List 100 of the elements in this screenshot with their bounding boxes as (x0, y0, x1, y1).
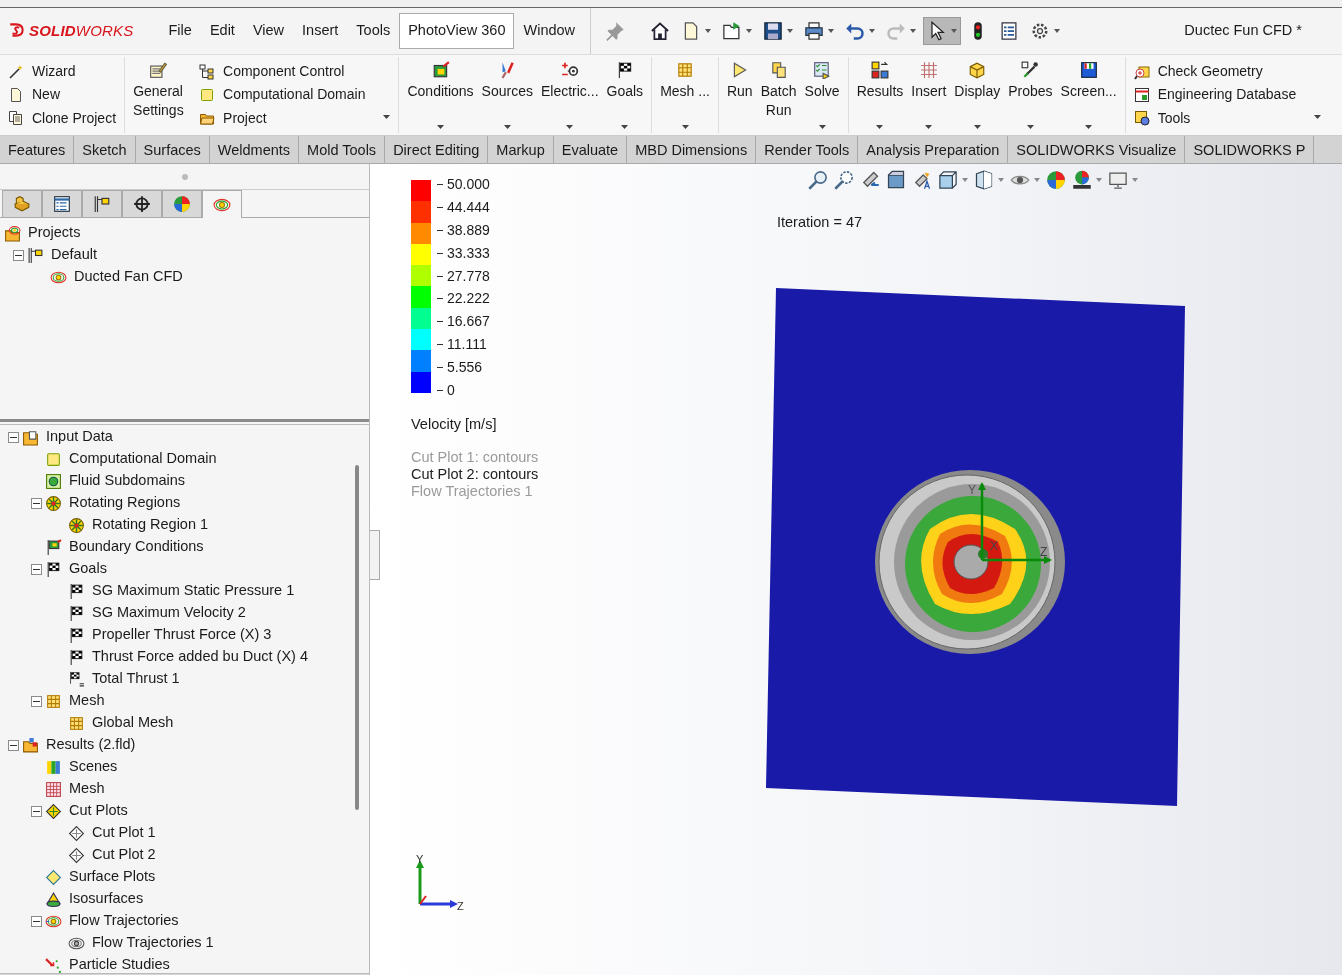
command-tab[interactable]: SOLIDWORKS Visualize (1008, 136, 1186, 163)
view-toolbar-button[interactable] (912, 170, 932, 190)
checklist-icon (813, 61, 832, 79)
tree-item[interactable]: Computational Domain (0, 448, 369, 470)
view-toolbar-button[interactable] (808, 170, 828, 190)
ribbon-button[interactable]: Engineering Database (1133, 83, 1297, 107)
ribbon-button[interactable]: Clone Project (8, 106, 117, 130)
collapse-icon[interactable] (8, 739, 19, 751)
caret-icon (787, 29, 794, 33)
view-toolbar-button[interactable] (1108, 170, 1138, 190)
ribbon-button[interactable]: Goals (602, 59, 648, 131)
tree-item[interactable]: Surface Plots (0, 866, 369, 888)
command-tab[interactable]: Features (0, 136, 75, 163)
tree-item[interactable]: SG Maximum Velocity 2 (0, 602, 369, 624)
command-tab[interactable]: Evaluate (553, 136, 628, 163)
tree-item[interactable]: Default (0, 244, 369, 266)
command-tab[interactable]: Analysis Preparation (858, 136, 1009, 163)
collapse-icon[interactable] (31, 497, 42, 509)
toolbar-button[interactable] (923, 17, 962, 45)
menu-item[interactable]: Insert (293, 13, 348, 49)
tree-item[interactable]: Mesh (0, 778, 369, 800)
tree-item[interactable]: Global Mesh (0, 712, 369, 734)
command-tab[interactable]: Mold Tools (299, 136, 386, 163)
tree-item[interactable]: Thrust Force added bu Duct (X) 4 (0, 646, 369, 668)
collapse-icon[interactable] (13, 249, 24, 261)
command-tab[interactable]: Render Tools (756, 136, 859, 163)
ribbon-button[interactable]: Wizard (8, 60, 117, 84)
ribbon-button[interactable]: Project (199, 106, 366, 130)
tree-item[interactable]: Flow Trajectories 1 (0, 932, 369, 954)
panel-grip[interactable] (181, 173, 188, 180)
ribbon-button[interactable]: Results (852, 59, 908, 131)
command-tab[interactable]: Surfaces (135, 136, 210, 163)
collapse-icon[interactable] (31, 563, 42, 575)
ribbon-button[interactable]: Tools (1133, 106, 1297, 130)
tree-item[interactable]: Input Data (0, 426, 369, 448)
collapse-icon[interactable] (31, 805, 42, 817)
ribbon-button[interactable]: Sources (477, 59, 537, 131)
menu-item[interactable]: View (243, 13, 294, 49)
collapse-handle[interactable] (370, 530, 380, 580)
menu-item[interactable]: Tools (347, 13, 400, 49)
tree-item[interactable]: Goals (0, 558, 369, 580)
command-tab[interactable]: SOLIDWORKS P (1185, 136, 1315, 163)
collapse-icon[interactable] (8, 431, 19, 443)
ribbon-button[interactable]: Computational Domain (199, 83, 366, 107)
tree-item[interactable]: Propeller Thrust Force (X) 3 (0, 624, 369, 646)
view-toolbar-button[interactable] (938, 170, 968, 190)
tree-item[interactable]: SG Maximum Static Pressure 1 (0, 580, 369, 602)
tree-item[interactable]: Cut Plots (0, 800, 369, 822)
view-toolbar-button[interactable] (886, 170, 906, 190)
tree-item[interactable]: Results (2.fld) (0, 734, 369, 756)
tree-item[interactable]: Flow Trajectories (0, 910, 369, 932)
view-toolbar-button[interactable] (834, 170, 854, 190)
panel-tab[interactable] (122, 190, 162, 217)
scrollbar-thumb[interactable] (355, 465, 359, 810)
tree-item[interactable]: Particle Studies (0, 954, 369, 973)
tree-item[interactable]: Fluid Subdomains (0, 470, 369, 492)
ribbon-button[interactable]: General Settings (129, 59, 188, 131)
tree-item[interactable]: Rotating Region 1 (0, 514, 369, 536)
panel-tab[interactable] (82, 190, 122, 217)
tree-item[interactable]: Rotating Regions (0, 492, 369, 514)
command-tab[interactable]: MBD Dimensions (627, 136, 757, 163)
ribbon-button[interactable]: Run (722, 59, 757, 131)
ribbon-button[interactable]: Check Geometry (1133, 60, 1297, 84)
tree-item[interactable]: Isosurfaces (0, 888, 369, 910)
collapse-icon[interactable] (31, 695, 42, 707)
view-toolbar-button[interactable] (1072, 170, 1102, 190)
command-tab[interactable]: Markup (488, 136, 554, 163)
command-tab[interactable]: Sketch (74, 136, 136, 163)
command-tab[interactable]: Direct Editing (385, 136, 489, 163)
ribbon-button[interactable]: Display (950, 59, 1005, 131)
tree-item[interactable]: Cut Plot 2 (0, 844, 369, 866)
caret-icon (746, 29, 753, 33)
collapse-icon[interactable] (31, 915, 42, 927)
view-toolbar-button[interactable] (974, 170, 1004, 190)
tree-item[interactable]: Ducted Fan CFD (0, 266, 369, 288)
hierarchy-icon (199, 63, 216, 80)
ribbon-button[interactable]: Conditions (403, 59, 478, 131)
menu-item[interactable]: File (159, 13, 201, 49)
panel-splitter[interactable] (0, 419, 369, 425)
tree-item[interactable]: Total Thrust 1 (0, 668, 369, 690)
ribbon-button[interactable]: Component Control (199, 60, 366, 84)
ribbon-button[interactable]: Solve (800, 59, 844, 131)
tree-item[interactable]: Boundary Conditions (0, 536, 369, 558)
ribbon-button[interactable]: Insert (907, 59, 951, 131)
menu-item[interactable]: PhotoView 360 (399, 13, 515, 49)
ribbon-button[interactable]: Screen... (1056, 59, 1121, 131)
ribbon-button[interactable]: New (8, 83, 117, 107)
ribbon-button[interactable]: Electric... (536, 59, 603, 131)
ribbon-button[interactable]: Probes (1004, 59, 1057, 131)
tree-item[interactable]: Cut Plot 1 (0, 822, 369, 844)
ribbon-button[interactable]: Batch Run (756, 59, 801, 131)
panel-tab[interactable] (42, 190, 82, 217)
caret-icon (925, 125, 933, 129)
menu-item[interactable]: Edit (200, 13, 244, 49)
tree-item[interactable]: Projects (0, 222, 369, 244)
tree-item[interactable]: Scenes (0, 756, 369, 778)
menu-item[interactable]: Window (514, 13, 585, 49)
tree-item[interactable]: Mesh (0, 690, 369, 712)
ribbon-button[interactable]: Mesh ... (656, 59, 714, 131)
command-tab[interactable]: Weldments (209, 136, 300, 163)
